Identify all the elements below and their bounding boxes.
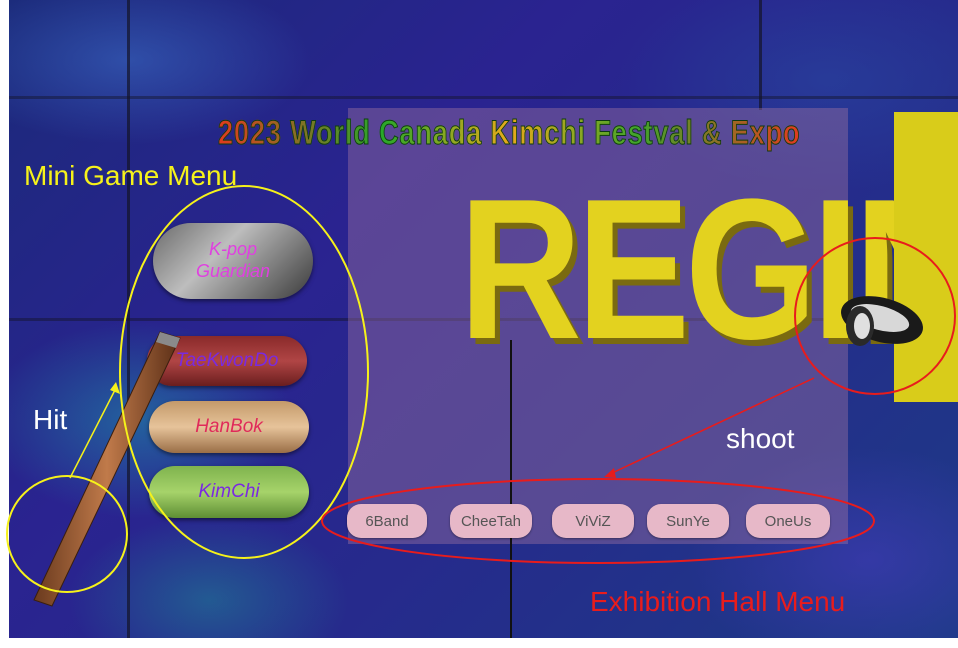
shoot-label: shoot [726,423,795,454]
hit-label: Hit [33,404,68,435]
mini-game-menu-label: Mini Game Menu [24,160,238,191]
exhibition-menu-highlight [321,478,875,564]
vr-bat-icon [33,331,181,607]
annotation-layer [6,185,956,607]
exhibition-hall-menu-label: Exhibition Hall Menu [590,586,846,617]
vr-controller-icon [841,296,923,346]
